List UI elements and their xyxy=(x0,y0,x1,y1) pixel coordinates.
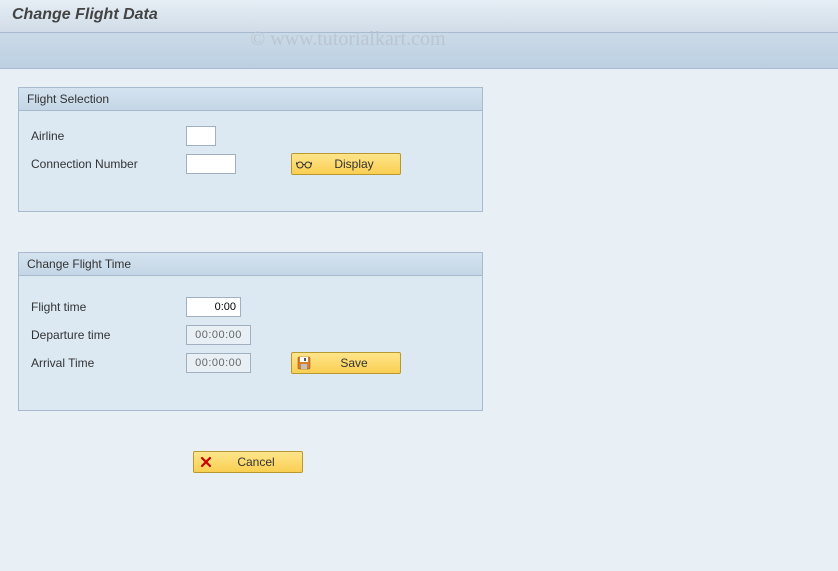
save-button-label: Save xyxy=(316,356,392,370)
departure-time-label: Departure time xyxy=(31,328,186,342)
connection-number-label: Connection Number xyxy=(31,157,186,171)
airline-input[interactable] xyxy=(186,126,216,146)
display-button-label: Display xyxy=(316,157,392,171)
flight-selection-header: Flight Selection xyxy=(19,88,482,111)
glasses-icon xyxy=(296,156,312,172)
flight-time-input[interactable] xyxy=(186,297,241,317)
arrival-time-input[interactable] xyxy=(186,353,251,373)
save-icon xyxy=(296,355,312,371)
airline-label: Airline xyxy=(31,129,186,143)
save-button[interactable]: Save xyxy=(291,352,401,374)
arrival-time-label: Arrival Time xyxy=(31,356,186,370)
page-title: Change Flight Data xyxy=(12,6,826,24)
cancel-button-label: Cancel xyxy=(218,455,294,469)
change-flight-time-header: Change Flight Time xyxy=(19,253,482,276)
cancel-button[interactable]: Cancel xyxy=(193,451,303,473)
display-button[interactable]: Display xyxy=(291,153,401,175)
cancel-icon xyxy=(198,454,214,470)
departure-time-input[interactable] xyxy=(186,325,251,345)
content-area: Flight Selection Airline Connection Numb… xyxy=(0,69,838,491)
connection-number-input[interactable] xyxy=(186,154,236,174)
flight-selection-group: Flight Selection Airline Connection Numb… xyxy=(18,87,483,212)
flight-time-label: Flight time xyxy=(31,300,186,314)
toolbar-strip xyxy=(0,33,838,69)
title-bar: Change Flight Data xyxy=(0,0,838,33)
change-flight-time-group: Change Flight Time Flight time Departure… xyxy=(18,252,483,411)
